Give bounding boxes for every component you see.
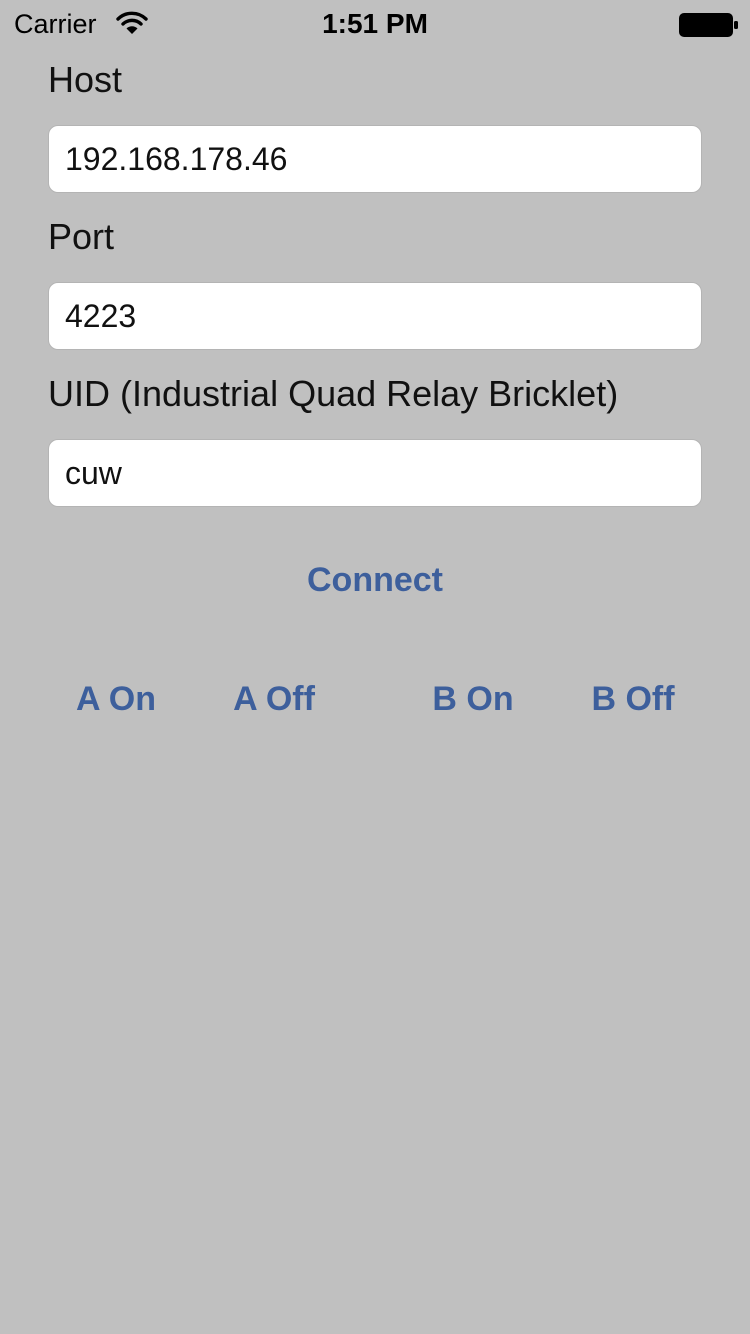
- a-on-button[interactable]: A On: [66, 679, 166, 719]
- host-input[interactable]: [48, 125, 702, 193]
- b-off-button[interactable]: B Off: [578, 679, 688, 719]
- host-label: Host: [48, 59, 123, 100]
- port-label: Port: [48, 216, 115, 257]
- battery-full-icon: [679, 12, 739, 38]
- b-on-button[interactable]: B On: [423, 679, 523, 719]
- clock-time: 1:51 PM: [322, 8, 428, 39]
- uid-label: UID (Industrial Quad Relay Bricklet): [48, 373, 619, 414]
- connect-button[interactable]: Connect: [0, 560, 750, 600]
- port-input[interactable]: [48, 282, 702, 350]
- uid-input[interactable]: [48, 439, 702, 507]
- status-bar: Carrier 1:51 PM: [0, 0, 750, 48]
- a-off-button[interactable]: A Off: [219, 679, 329, 719]
